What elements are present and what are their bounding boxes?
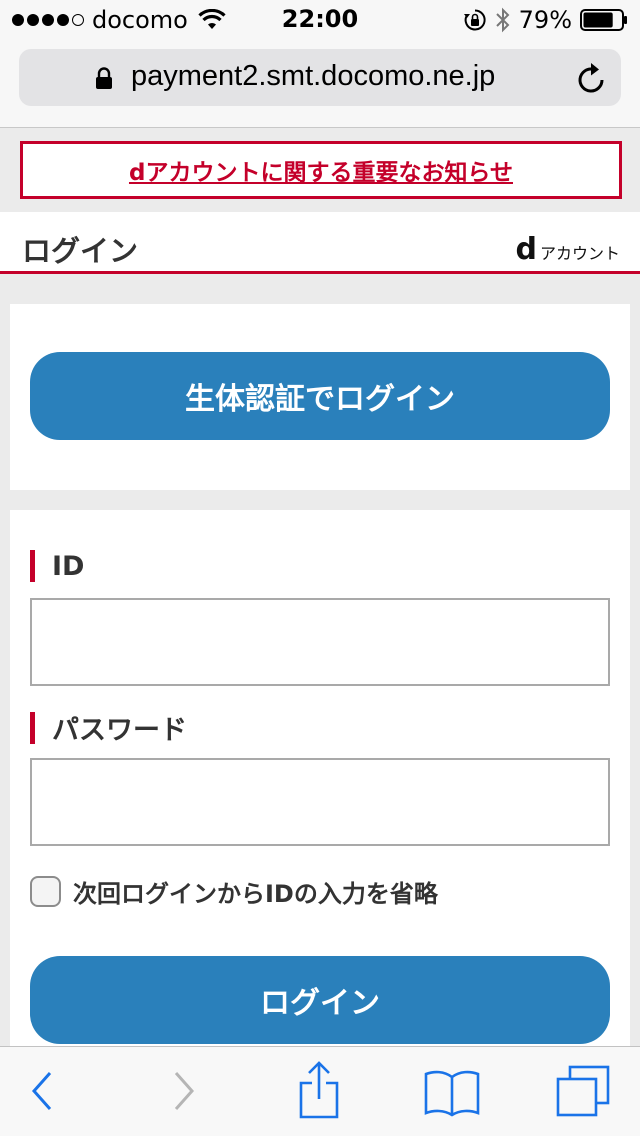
id-input[interactable] [30, 598, 610, 686]
login-form: ID パスワード 次回ログインからIDの入力を省略 ログイン [10, 510, 630, 1046]
important-notice-link[interactable]: dアカウントに関する重要なお知らせ [129, 153, 513, 187]
biometric-card: 生体認証でログイン [10, 304, 630, 490]
password-label: パスワード [30, 708, 187, 747]
important-notice-box: dアカウントに関する重要なお知らせ [20, 141, 622, 199]
battery-icon [580, 9, 627, 31]
biometric-login-button[interactable]: 生体認証でログイン [30, 352, 610, 440]
reload-icon[interactable] [576, 62, 606, 94]
remember-id-checkbox[interactable] [30, 876, 61, 907]
address-url[interactable]: payment2.smt.docomo.ne.jp [131, 60, 495, 93]
d-logo-mark: d [515, 232, 537, 267]
remember-id-row[interactable]: 次回ログインからIDの入力を省略 [30, 874, 438, 909]
browser-toolbar [0, 1046, 640, 1136]
tabs-icon[interactable] [556, 1065, 610, 1117]
battery-percent: 79% [518, 6, 572, 34]
lock-icon [96, 67, 112, 89]
label-accent-bar [30, 550, 35, 582]
bluetooth-icon [495, 7, 510, 33]
login-button[interactable]: ログイン [30, 956, 610, 1044]
login-header: ログイン d アカウント [0, 212, 640, 274]
d-account-logo: d アカウント [515, 232, 621, 267]
password-label-text: パスワード [52, 715, 187, 746]
status-bar: docomo 22:00 79% [0, 0, 640, 40]
id-label: ID [30, 550, 84, 582]
notice-area: dアカウントに関する重要なお知らせ [0, 128, 640, 212]
bookmarks-icon[interactable] [424, 1069, 480, 1117]
back-icon[interactable] [28, 1067, 58, 1115]
share-icon[interactable] [298, 1061, 340, 1119]
id-label-text: ID [52, 550, 85, 582]
status-right: 79% [463, 6, 628, 34]
browser-address-area: payment2.smt.docomo.ne.jp [0, 40, 640, 128]
remember-id-label[interactable]: 次回ログインからIDの入力を省略 [73, 874, 438, 909]
page-title: ログイン [22, 234, 139, 268]
address-bar[interactable]: payment2.smt.docomo.ne.jp [19, 49, 621, 106]
label-accent-bar [30, 711, 35, 744]
d-logo-text: アカウント [539, 244, 620, 263]
forward-icon[interactable] [168, 1067, 198, 1115]
rotation-lock-icon [463, 9, 486, 31]
password-input[interactable] [30, 758, 610, 846]
